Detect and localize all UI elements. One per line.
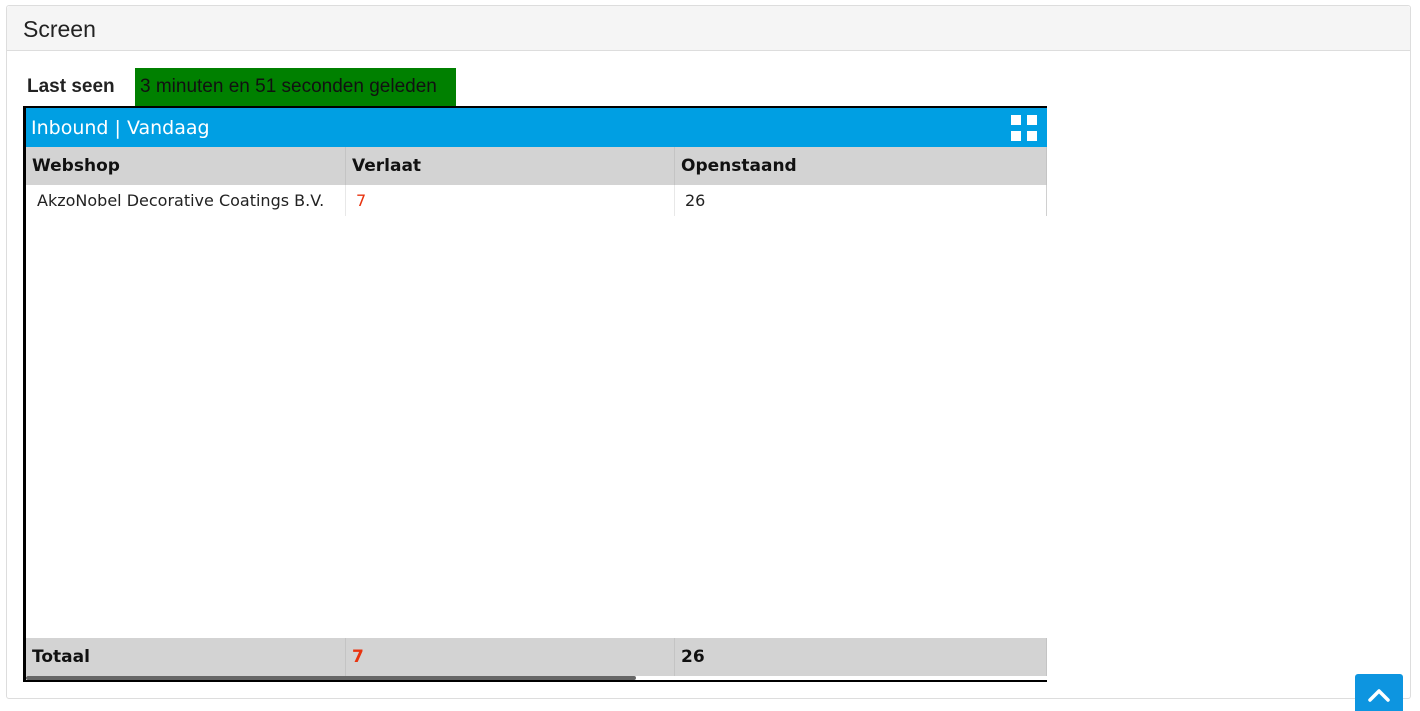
table-header-row: Webshop Verlaat Openstaand xyxy=(26,147,1047,185)
horizontal-scrollbar[interactable] xyxy=(26,676,636,680)
cell-openstaand: 26 xyxy=(675,185,1047,216)
last-seen-label: Last seen xyxy=(27,76,115,97)
panel-title: Screen xyxy=(23,16,96,42)
widget-header: Inbound | Vandaag xyxy=(26,108,1047,147)
footer-total-verlaat: 7 xyxy=(346,638,675,676)
footer-total-label: Totaal xyxy=(26,638,346,676)
footer-total-openstaand: 26 xyxy=(675,638,1047,676)
grid-icon[interactable] xyxy=(1011,115,1037,141)
table-row: AkzoNobel Decorative Coatings B.V. 7 26 xyxy=(26,185,1047,216)
chevron-up-icon xyxy=(1368,689,1390,702)
cell-verlaat: 7 xyxy=(346,185,675,216)
cell-webshop: AkzoNobel Decorative Coatings B.V. xyxy=(26,185,346,216)
panel-heading: Screen xyxy=(7,6,1410,51)
widget-title: Inbound | Vandaag xyxy=(31,117,210,139)
column-header-openstaand[interactable]: Openstaand xyxy=(675,147,1047,185)
scroll-to-top-button[interactable] xyxy=(1355,674,1403,711)
column-header-webshop[interactable]: Webshop xyxy=(26,147,346,185)
table-footer-row: Totaal 7 26 xyxy=(26,638,1047,676)
last-seen-status-badge: 3 minuten en 51 seconden geleden xyxy=(135,68,456,106)
column-header-verlaat[interactable]: Verlaat xyxy=(346,147,675,185)
inbound-widget: Inbound | Vandaag Webshop Verlaat Openst… xyxy=(23,106,1047,682)
